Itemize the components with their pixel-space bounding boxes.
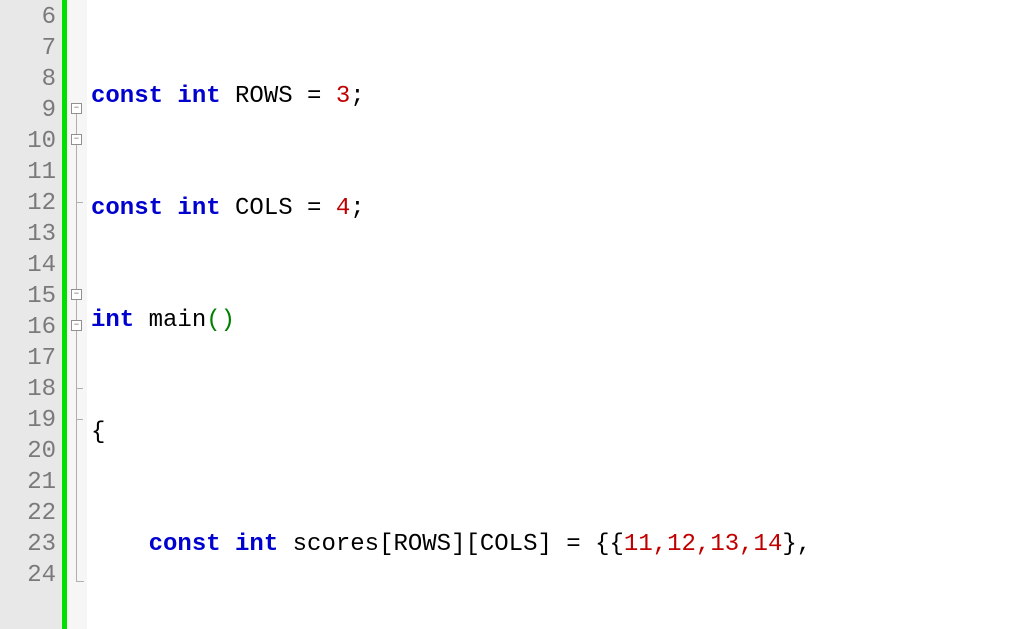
line-number: 24 <box>4 560 56 591</box>
identifier: ROWS <box>221 83 307 110</box>
fold-end-icon <box>76 419 83 420</box>
line-number: 12 <box>4 188 56 219</box>
identifier: COLS <box>221 195 307 222</box>
comma: , <box>797 531 811 558</box>
fold-gutter <box>67 0 87 629</box>
line-number: 9 <box>4 95 56 126</box>
line-number: 22 <box>4 498 56 529</box>
parentheses: () <box>206 307 235 334</box>
space <box>581 531 595 558</box>
space <box>278 531 292 558</box>
line-number: 18 <box>4 374 56 405</box>
fold-guide-line <box>76 114 77 580</box>
code-line[interactable]: int main() <box>91 305 1024 336</box>
line-number: 14 <box>4 250 56 281</box>
fold-toggle-icon[interactable] <box>71 134 82 145</box>
identifier: scores <box>293 531 379 558</box>
fold-end-icon <box>76 202 83 203</box>
space <box>321 83 335 110</box>
line-number: 8 <box>4 64 56 95</box>
semicolon: ; <box>350 83 364 110</box>
line-number-gutter: 6 7 8 9 10 11 12 13 14 15 16 17 18 19 20… <box>0 0 62 629</box>
code-editor: 6 7 8 9 10 11 12 13 14 15 16 17 18 19 20… <box>0 0 1024 629</box>
line-number: 21 <box>4 467 56 498</box>
line-number: 6 <box>4 2 56 33</box>
line-number: 13 <box>4 219 56 250</box>
line-number: 7 <box>4 33 56 64</box>
identifier: main <box>134 307 206 334</box>
space <box>552 531 566 558</box>
fold-toggle-icon[interactable] <box>71 320 82 331</box>
brackets: [ROWS][COLS] <box>379 531 552 558</box>
code-line[interactable]: { <box>91 417 1024 448</box>
brace: { <box>91 419 105 446</box>
semicolon: ; <box>350 195 364 222</box>
keyword: const int <box>149 531 279 558</box>
number-list: 11,12,13,14 <box>624 531 782 558</box>
fold-end-icon <box>76 388 83 389</box>
fold-toggle-icon[interactable] <box>71 289 82 300</box>
code-line[interactable]: const int ROWS = 3; <box>91 81 1024 112</box>
fold-end-icon <box>76 574 84 582</box>
line-number: 15 <box>4 281 56 312</box>
line-number: 10 <box>4 126 56 157</box>
keyword: const int <box>91 83 221 110</box>
line-number: 19 <box>4 405 56 436</box>
line-number: 20 <box>4 436 56 467</box>
line-number: 11 <box>4 157 56 188</box>
code-line[interactable]: const int COLS = 4; <box>91 193 1024 224</box>
brace: } <box>782 531 796 558</box>
operator: = <box>307 83 321 110</box>
fold-toggle-icon[interactable] <box>71 103 82 114</box>
indent <box>91 531 149 558</box>
brace: {{ <box>595 531 624 558</box>
line-number: 16 <box>4 312 56 343</box>
line-number: 23 <box>4 529 56 560</box>
keyword: int <box>91 307 134 334</box>
code-line[interactable]: const int scores[ROWS][COLS] = {{11,12,1… <box>91 529 1024 560</box>
code-area[interactable]: const int ROWS = 3; const int COLS = 4; … <box>87 0 1024 629</box>
number-literal: 3 <box>336 83 350 110</box>
keyword: const int <box>91 195 221 222</box>
space <box>321 195 335 222</box>
number-literal: 4 <box>336 195 350 222</box>
operator: = <box>307 195 321 222</box>
operator: = <box>566 531 580 558</box>
line-number: 17 <box>4 343 56 374</box>
